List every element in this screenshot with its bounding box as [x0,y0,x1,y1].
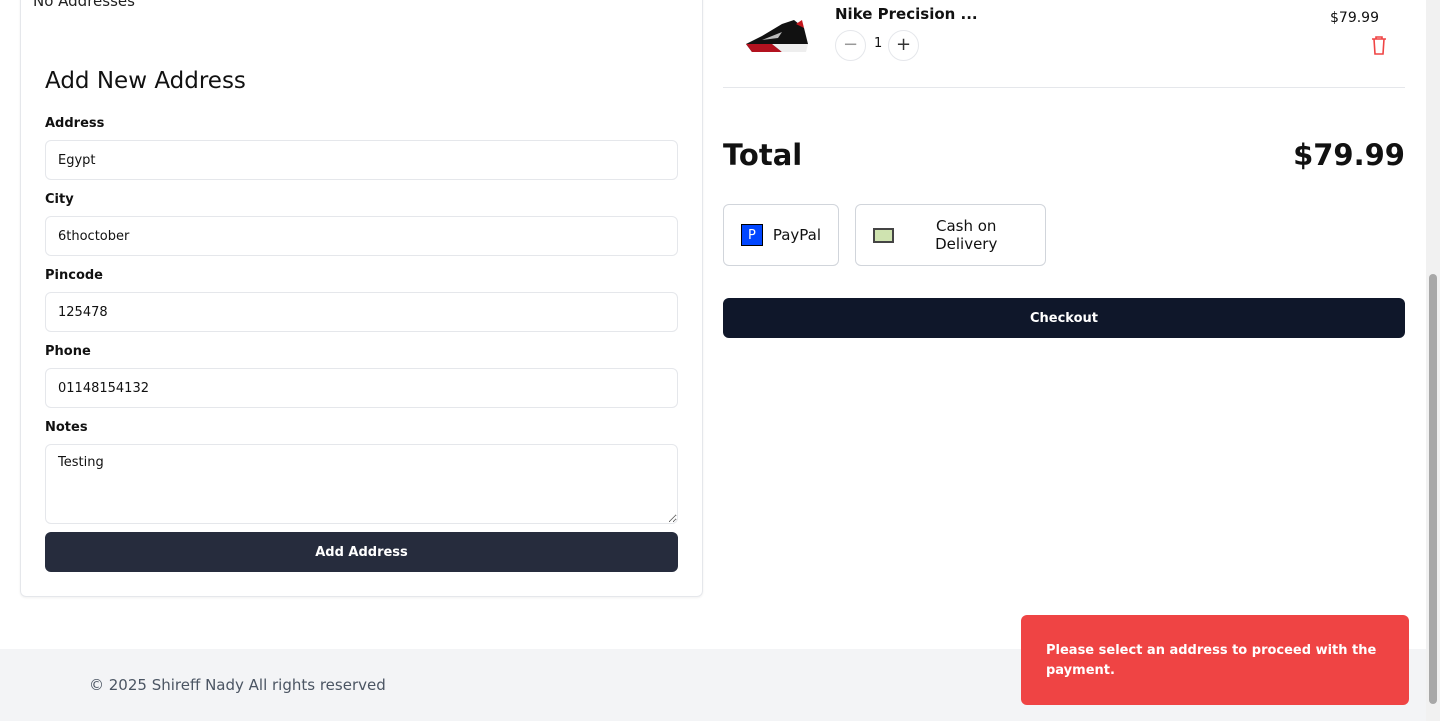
quantity-value: 1 [874,36,883,51]
phone-label: Phone [45,344,91,359]
add-address-button[interactable]: Add Address [45,532,678,572]
item-price: $79.99 [1330,10,1379,26]
notes-label: Notes [45,420,88,435]
product-image [746,20,808,52]
cash-on-delivery-label: Cash on Delivery [935,217,998,253]
error-toast[interactable]: Please select an address to proceed with… [1021,615,1409,705]
pincode-label: Pincode [45,268,103,283]
copyright-text: © 2025 Shireff Nady All rights reserved [89,676,386,694]
product-name[interactable]: Nike Precision ... [835,5,978,23]
decrease-quantity-button[interactable]: − [835,30,866,61]
add-address-title: Add New Address [45,68,246,94]
scrollbar-thumb[interactable] [1429,274,1437,704]
address-input[interactable] [45,140,678,180]
total-label: Total [723,138,803,172]
paypal-label: PayPal [772,226,821,244]
no-addresses-text: No Addresses [33,0,135,10]
address-label: Address [45,116,105,131]
checkout-button[interactable]: Checkout [723,298,1405,338]
notes-textarea[interactable]: Testing [45,444,678,524]
city-input[interactable] [45,216,678,256]
increase-quantity-button[interactable]: + [888,30,919,61]
divider [723,87,1405,88]
total-value: $79.99 [1293,138,1405,172]
phone-input[interactable] [45,368,678,408]
cash-on-delivery-button[interactable]: Cash on Delivery [855,204,1046,266]
cash-icon [873,227,895,243]
trash-icon[interactable] [1370,35,1388,55]
paypal-button[interactable]: P PayPal [723,204,839,266]
city-label: City [45,192,74,207]
pincode-input[interactable] [45,292,678,332]
paypal-icon: P [741,224,763,246]
